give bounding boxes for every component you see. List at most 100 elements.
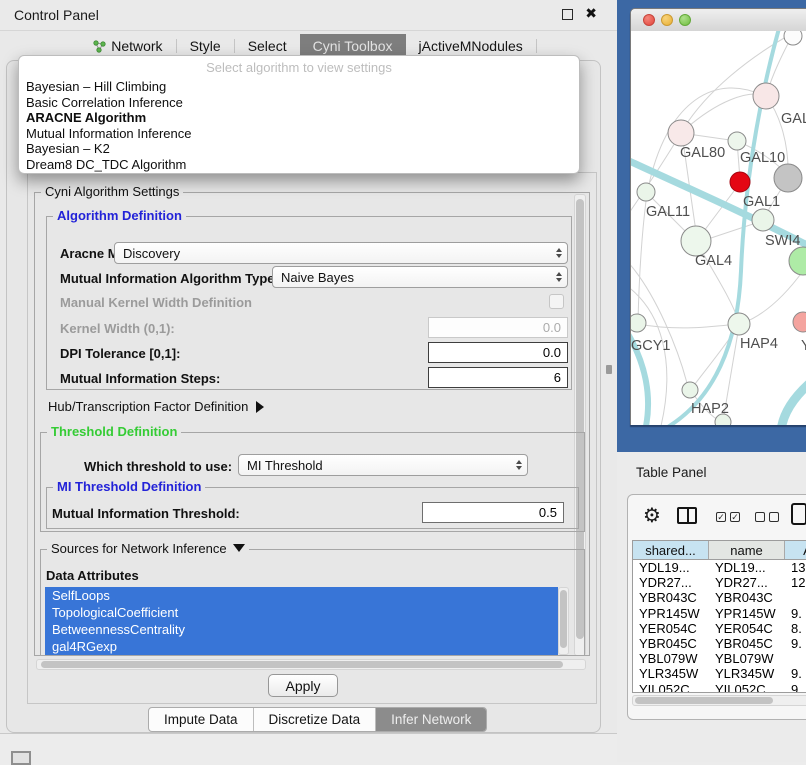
dropdown-item[interactable]: Mutual Information Inference	[26, 126, 572, 142]
split-columns-icon[interactable]	[677, 507, 697, 524]
dpi-tolerance-field[interactable]: 0.0	[428, 342, 568, 363]
node-label: SWI4	[765, 233, 800, 249]
list-item-selected[interactable]: SelfLoops	[45, 587, 558, 604]
close-traffic-light[interactable]	[643, 14, 655, 26]
settings-horizontal-scrollbar-thumb[interactable]	[41, 661, 563, 668]
network-node-gal10[interactable]	[728, 132, 746, 150]
table-row[interactable]: YDL19... YDL19... 13	[633, 560, 806, 575]
mi-threshold-field[interactable]: 0.5	[422, 502, 564, 523]
table-row[interactable]: YBL079W YBL079W	[633, 651, 806, 666]
panel-splitter-grip[interactable]	[606, 365, 612, 374]
network-node-salmon[interactable]	[793, 312, 806, 332]
apply-button[interactable]: Apply	[268, 674, 338, 697]
table-row[interactable]: YBR043C YBR043C	[633, 590, 806, 605]
table-panel-title: Table Panel	[636, 465, 707, 480]
network-node-gal11[interactable]	[637, 183, 655, 201]
sources-group-title[interactable]: Sources for Network Inference	[47, 541, 249, 556]
kernel-width-label: Kernel Width (0,1):	[60, 321, 175, 336]
mi-type-value: Naive Bayes	[281, 270, 354, 285]
table-horizontal-scrollbar[interactable]	[632, 695, 806, 706]
column-header-name[interactable]: name	[709, 541, 785, 559]
minimize-traffic-light[interactable]	[661, 14, 673, 26]
network-view-window: GAL GAL80 GAL10 GAL1 GAL11 GAL4 SWI4 GCY…	[630, 8, 806, 425]
network-window-titlebar	[631, 9, 806, 32]
minimized-panel-icon[interactable]	[11, 751, 31, 765]
network-node-selected-red[interactable]	[730, 172, 750, 192]
new-table-icon[interactable]	[791, 503, 806, 525]
select-all-icon[interactable]: ✓✓	[716, 512, 740, 522]
table-row[interactable]: YDR27... YDR27... 12	[633, 575, 806, 590]
combo-stepper-icon	[516, 460, 522, 470]
list-vertical-scrollbar[interactable]	[558, 587, 569, 655]
tab-impute-data[interactable]: Impute Data	[149, 708, 254, 731]
list-vertical-scrollbar-thumb[interactable]	[560, 590, 567, 648]
dropdown-item-aracne[interactable]: ARACNE Algorithm	[26, 110, 572, 126]
node-label: Y	[801, 338, 806, 354]
dpi-tolerance-label: DPI Tolerance [0,1]:	[60, 346, 180, 361]
collapse-down-icon	[233, 544, 245, 552]
tab-separator	[536, 39, 537, 53]
network-canvas[interactable]: GAL GAL80 GAL10 GAL1 GAL11 GAL4 SWI4 GCY…	[631, 31, 806, 425]
network-graph: GAL GAL80 GAL10 GAL1 GAL11 GAL4 SWI4 GCY…	[631, 31, 806, 425]
network-node-hap2[interactable]	[682, 382, 698, 398]
settings-horizontal-scrollbar[interactable]	[36, 659, 586, 670]
tab-infer-network[interactable]: Infer Network	[376, 708, 486, 731]
zoom-traffic-light[interactable]	[679, 14, 691, 26]
network-node[interactable]	[784, 31, 802, 45]
network-node-swi4[interactable]	[789, 247, 806, 275]
float-window-icon[interactable]	[562, 9, 573, 20]
mi-steps-field[interactable]: 6	[428, 367, 568, 388]
manual-kernel-width-checkbox[interactable]	[549, 294, 564, 309]
tab-network-label: Network	[111, 38, 162, 54]
kernel-width-value: 0.0	[543, 320, 561, 335]
tab-discretize-data[interactable]: Discretize Data	[254, 708, 377, 731]
network-node-gal1[interactable]	[752, 209, 774, 231]
mi-algorithm-type-select[interactable]: Naive Bayes	[272, 266, 568, 288]
algorithm-dropdown: Select algorithm to view settings Bayesi…	[18, 55, 580, 174]
network-node-gal4[interactable]	[681, 226, 711, 256]
mi-type-label: Mutual Information Algorithm Type:	[60, 271, 279, 286]
mi-threshold-definition-title: MI Threshold Definition	[53, 479, 205, 494]
network-node-gray[interactable]	[774, 164, 802, 192]
mi-threshold-value: 0.5	[539, 505, 557, 520]
dropdown-item[interactable]: Basic Correlation Inference	[26, 95, 572, 111]
mi-steps-value: 6	[554, 370, 561, 385]
table-row[interactable]: YLR345W YLR345W 9.	[633, 666, 806, 681]
list-item-selected[interactable]: gal4RGexp	[45, 638, 558, 655]
control-panel-window: Control Panel ✖ Network Style Select Cyn…	[0, 0, 618, 734]
table-row[interactable]: YER054C YER054C 8.	[633, 621, 806, 636]
table-row[interactable]: YPR145W YPR145W 9.	[633, 606, 806, 621]
dropdown-item[interactable]: Dream8 DC_TDC Algorithm	[26, 157, 572, 173]
close-icon[interactable]: ✖	[585, 5, 597, 22]
kernel-width-field[interactable]: 0.0	[428, 317, 568, 338]
node-label: HAP2	[691, 401, 729, 417]
algorithm-definition-title: Algorithm Definition	[53, 208, 186, 223]
gear-icon[interactable]: ⚙	[643, 503, 661, 528]
mi-steps-label: Mutual Information Steps:	[60, 371, 220, 386]
network-node-hap4[interactable]	[728, 313, 750, 335]
list-item-selected[interactable]: TopologicalCoefficient	[45, 604, 558, 621]
network-icon	[93, 40, 106, 53]
dpi-tolerance-value: 0.0	[543, 345, 561, 360]
aracne-mode-select[interactable]: Discovery	[114, 242, 568, 264]
network-node-gal80[interactable]	[668, 120, 694, 146]
column-header-shared[interactable]: shared...	[633, 541, 709, 559]
which-threshold-label: Which threshold to use:	[84, 459, 232, 474]
list-item-selected[interactable]: BetweennessCentrality	[45, 621, 558, 638]
network-node-gcy1[interactable]	[631, 314, 646, 332]
aracne-mode-value: Discovery	[123, 246, 180, 261]
node-label: GAL	[781, 111, 806, 127]
table-panel: ⚙ ✓✓ shared... name A YDL19... YDL19... …	[627, 494, 806, 720]
dropdown-item[interactable]: Bayesian – K2	[26, 141, 572, 157]
table-row[interactable]: YIL052C YIL052C 9	[633, 682, 806, 693]
select-none-icon[interactable]	[755, 512, 779, 522]
column-header-partial[interactable]: A	[785, 541, 806, 559]
table-horizontal-scrollbar-thumb[interactable]	[635, 697, 773, 704]
node-label: GAL10	[740, 150, 785, 166]
which-threshold-select[interactable]: MI Threshold	[238, 454, 528, 476]
expand-right-icon	[256, 401, 264, 413]
table-row[interactable]: YBR045C YBR045C 9.	[633, 636, 806, 651]
network-node[interactable]	[753, 83, 779, 109]
hub-definition-expander[interactable]: Hub/Transcription Factor Definition	[48, 399, 264, 414]
dropdown-item[interactable]: Bayesian – Hill Climbing	[26, 79, 572, 95]
